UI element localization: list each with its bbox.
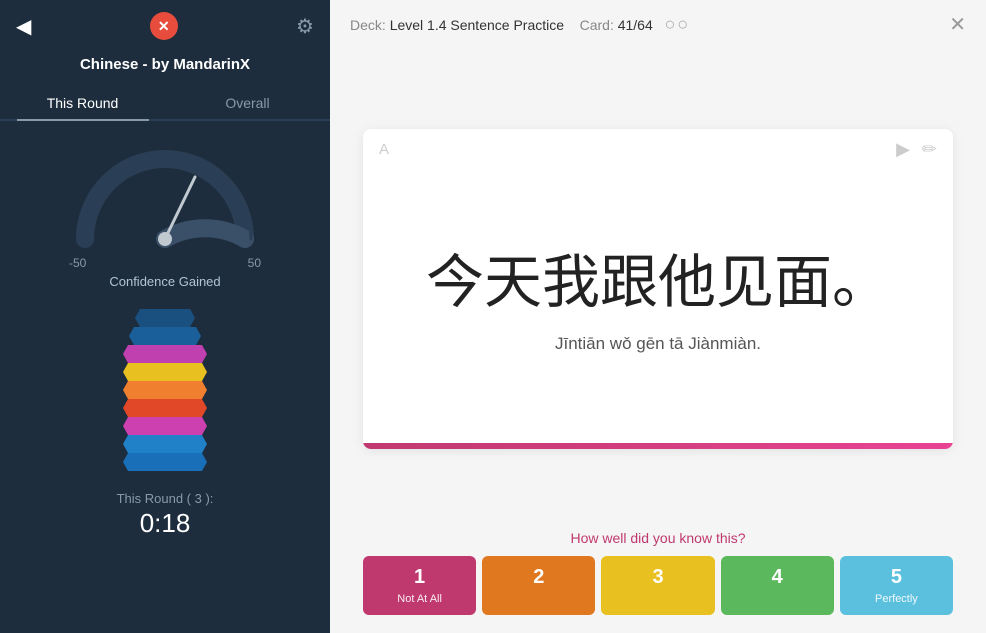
chevron-7: [123, 417, 207, 435]
rating-num-4: 4: [772, 566, 783, 589]
rating-button-4[interactable]: 4: [721, 556, 834, 615]
rating-num-5: 5: [891, 566, 902, 589]
chevron-2: [129, 327, 201, 345]
close-button[interactable]: ✕: [150, 12, 178, 40]
card-content: 今天我跟他见面。 Jīntiān wǒ gēn tā Jiànmiàn.: [363, 170, 953, 443]
card-bottom-bar: [363, 443, 953, 449]
rating-button-1[interactable]: 1 Not At All: [363, 556, 476, 615]
chevron-9: [123, 453, 207, 471]
deck-title: Chinese - by MandarinX: [64, 52, 266, 87]
right-panel: Deck: Level 1.4 Sentence Practice Card: …: [330, 0, 986, 633]
round-time: 0:18: [117, 508, 214, 539]
rating-num-3: 3: [652, 566, 663, 589]
right-header: Deck: Level 1.4 Sentence Practice Card: …: [330, 0, 986, 49]
card-actions: ▶ ✏: [896, 139, 937, 160]
back-button[interactable]: ◀: [16, 14, 31, 39]
card-top-bar: A ▶ ✏: [363, 129, 953, 170]
rating-buttons: 1 Not At All 2 3 4 5 Perfectly: [363, 556, 953, 615]
left-header: ◀ ✕ ⚙: [0, 0, 330, 52]
flashcard: A ▶ ✏ 今天我跟他见面。 Jīntiān wǒ gēn tā Jiànmià…: [363, 129, 953, 449]
deck-name: Level 1.4 Sentence Practice: [390, 17, 564, 33]
tab-this-round[interactable]: This Round: [0, 87, 165, 119]
round-info: This Round ( 3 ): 0:18: [117, 491, 214, 539]
chevron-6: [123, 399, 207, 417]
settings-icon: ⚙: [296, 16, 314, 38]
tabs-container: This Round Overall: [0, 87, 330, 121]
settings-button[interactable]: ⚙: [296, 14, 314, 39]
rating-num-1: 1: [414, 566, 425, 589]
card-label: Card:: [580, 17, 614, 33]
close-right-icon: ✕: [949, 14, 966, 36]
gauge-min: -50: [69, 256, 86, 270]
close-icon: ✕: [158, 18, 170, 35]
rating-question: How well did you know this?: [570, 530, 745, 546]
rating-button-5[interactable]: 5 Perfectly: [840, 556, 953, 615]
gauge-svg: [65, 139, 265, 254]
chevron-4: [123, 363, 207, 381]
rating-num-2: 2: [533, 566, 544, 589]
edit-button[interactable]: ✏: [922, 139, 937, 160]
chevron-5: [123, 381, 207, 399]
card-value: 41/64: [618, 17, 653, 33]
card-side-label: A: [379, 141, 389, 158]
chevron-stack: [123, 309, 207, 471]
chevron-8: [123, 435, 207, 453]
left-panel: ◀ ✕ ⚙ Chinese - by MandarinX This Round …: [0, 0, 330, 633]
tab-overall[interactable]: Overall: [165, 87, 330, 119]
card-area: A ▶ ✏ 今天我跟他见面。 Jīntiān wǒ gēn tā Jiànmià…: [330, 49, 986, 516]
confidence-label: Confidence Gained: [109, 274, 220, 289]
round-label: This Round ( 3 ):: [117, 491, 214, 506]
gauge-container: [65, 139, 265, 254]
rating-button-2[interactable]: 2: [482, 556, 595, 615]
gauge-labels: -50 50: [65, 256, 265, 270]
card-dots: ○○: [664, 14, 690, 34]
rating-section: How well did you know this? 1 Not At All…: [330, 516, 986, 633]
chevron-1: [135, 309, 195, 327]
play-button[interactable]: ▶: [896, 139, 910, 160]
deck-info: Deck: Level 1.4 Sentence Practice Card: …: [350, 14, 690, 35]
rating-label-1: Not At All: [397, 593, 442, 605]
rating-button-3[interactable]: 3: [601, 556, 714, 615]
chevron-3: [123, 345, 207, 363]
rating-label-5: Perfectly: [875, 593, 918, 605]
gauge-max: 50: [248, 256, 261, 270]
back-icon: ◀: [16, 14, 31, 39]
deck-label: Deck:: [350, 17, 386, 33]
chinese-text: 今天我跟他见面。: [426, 248, 890, 318]
pinyin-text: Jīntiān wǒ gēn tā Jiànmiàn.: [555, 334, 761, 354]
close-right-button[interactable]: ✕: [949, 12, 966, 37]
